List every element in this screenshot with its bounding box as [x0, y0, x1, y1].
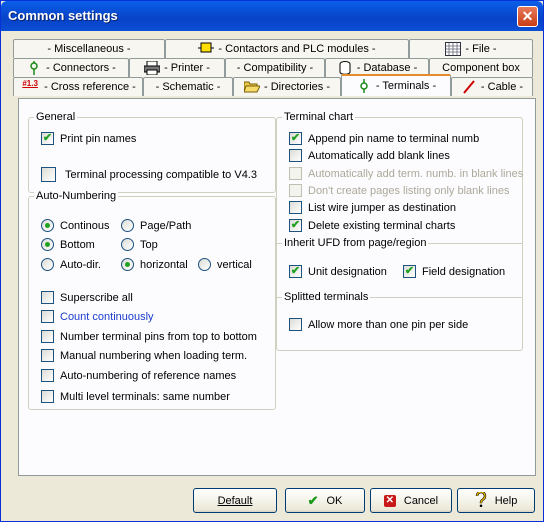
close-icon: ✕	[521, 8, 534, 24]
tab-printer[interactable]: - Printer -	[129, 58, 225, 77]
contactor-icon	[198, 42, 215, 56]
cancel-x-icon: ✕	[383, 494, 396, 507]
multi-level-checkbox[interactable]: Multi level terminals: same number	[41, 390, 230, 403]
tab-compatibility[interactable]: - Compatibility -	[225, 58, 325, 77]
count-continuously-checkbox[interactable]: Count continuously	[41, 310, 154, 323]
number-top-bottom-checkbox[interactable]: Number terminal pins from top to bottom	[41, 330, 257, 343]
dont-create-pages-checkbox[interactable]: Don't create pages listing only blank li…	[289, 184, 509, 197]
help-button[interactable]: Help	[457, 488, 535, 513]
superscribe-all-checkbox[interactable]: Superscribe all	[41, 291, 133, 304]
radio-page-path[interactable]: Page/Path	[121, 219, 191, 232]
checkbox-box	[41, 390, 54, 403]
manual-numbering-checkbox[interactable]: Manual numbering when loading term.	[41, 349, 247, 362]
connector-icon	[26, 61, 42, 75]
tab-connectors[interactable]: - Connectors -	[13, 58, 129, 77]
ok-button[interactable]: ✔ OK	[285, 488, 365, 513]
v43-compat-checkbox[interactable]: Terminal processing compatible to V4.3	[41, 167, 257, 182]
cross-reference-icon: #1.3	[22, 79, 38, 88]
group-terminal-chart-label: Terminal chart	[282, 111, 356, 123]
checkbox-box	[289, 318, 302, 331]
cable-icon	[461, 80, 477, 94]
radio-auto-dir[interactable]: Auto-dir.	[41, 258, 101, 271]
checkbox-box: ✔	[41, 132, 54, 145]
checkbox-box	[289, 201, 302, 214]
checkbox-box	[41, 310, 54, 323]
group-inherit-label: Inherit UFD from page/region	[282, 237, 429, 249]
radio-circle	[41, 258, 54, 271]
checkbox-box: ✔	[289, 265, 302, 278]
checkbox-box: ✔	[403, 265, 416, 278]
checkmark-icon: ✔	[307, 492, 319, 508]
cancel-button[interactable]: ✕ Cancel	[370, 488, 452, 513]
window-title: Common settings	[8, 8, 118, 23]
radio-circle	[121, 219, 134, 232]
checkbox-box	[41, 369, 54, 382]
tab-file[interactable]: - File -	[409, 39, 533, 58]
radio-vertical[interactable]: vertical	[198, 258, 252, 271]
checkbox-box	[289, 167, 302, 180]
tab-directories[interactable]: - Directories -	[233, 77, 341, 96]
group-general-label: General	[34, 111, 78, 123]
radio-circle	[41, 238, 54, 251]
term-numb-blank-checkbox[interactable]: Automatically add term. numb. in blank l…	[289, 167, 523, 180]
checkbox-box	[41, 349, 54, 362]
checkbox-box	[289, 184, 302, 197]
print-pin-names-checkbox[interactable]: ✔ Print pin names	[41, 132, 136, 145]
radio-continous[interactable]: Continous	[41, 219, 110, 232]
tab-cable[interactable]: - Cable -	[451, 77, 533, 96]
field-designation-checkbox[interactable]: ✔ Field designation	[403, 265, 505, 278]
allow-more-pins-checkbox[interactable]: Allow more than one pin per side	[289, 318, 468, 331]
close-button[interactable]: ✕	[517, 6, 538, 27]
radio-horizontal[interactable]: horizontal	[121, 258, 188, 271]
tab-contactors-plc[interactable]: - Contactors and PLC modules -	[165, 39, 409, 58]
radio-bottom[interactable]: Bottom	[41, 238, 95, 251]
printer-icon	[143, 60, 161, 76]
dialog-window: Common settings ✕ - Miscellaneous - - Co…	[0, 0, 544, 522]
checkbox-box	[41, 330, 54, 343]
tab-miscellaneous[interactable]: - Miscellaneous -	[13, 39, 165, 58]
help-question-icon	[475, 490, 487, 510]
tab-terminals[interactable]: - Terminals -	[341, 74, 451, 96]
checkbox-box	[41, 167, 56, 182]
title-bar[interactable]: Common settings ✕	[1, 1, 543, 31]
delete-existing-checkbox[interactable]: ✔ Delete existing terminal charts	[289, 219, 455, 232]
terminal-icon	[356, 79, 372, 93]
tab-cross-reference[interactable]: #1.3 - Cross reference -	[13, 77, 143, 96]
database-icon	[337, 61, 353, 75]
group-auto-numbering-label: Auto-Numbering	[34, 190, 119, 202]
radio-circle	[121, 258, 134, 271]
radio-top[interactable]: Top	[121, 238, 158, 251]
default-button[interactable]: Default	[193, 488, 277, 513]
radio-circle	[198, 258, 211, 271]
group-splitted-label: Splitted terminals	[282, 291, 371, 303]
radio-circle	[41, 219, 54, 232]
blank-lines-checkbox[interactable]: Automatically add blank lines	[289, 149, 450, 162]
folder-open-icon	[243, 80, 261, 94]
tab-schematic[interactable]: - Schematic -	[143, 77, 233, 96]
wire-jumper-checkbox[interactable]: List wire jumper as destination	[289, 201, 456, 214]
grid-file-icon	[445, 42, 462, 56]
append-pin-checkbox[interactable]: ✔ Append pin name to terminal numb	[289, 132, 479, 145]
checkbox-box	[41, 291, 54, 304]
checkbox-box	[289, 149, 302, 162]
unit-designation-checkbox[interactable]: ✔ Unit designation	[289, 265, 387, 278]
checkbox-box: ✔	[289, 132, 302, 145]
auto-ref-names-checkbox[interactable]: Auto-numbering of reference names	[41, 369, 236, 382]
checkbox-box: ✔	[289, 219, 302, 232]
radio-circle	[121, 238, 134, 251]
